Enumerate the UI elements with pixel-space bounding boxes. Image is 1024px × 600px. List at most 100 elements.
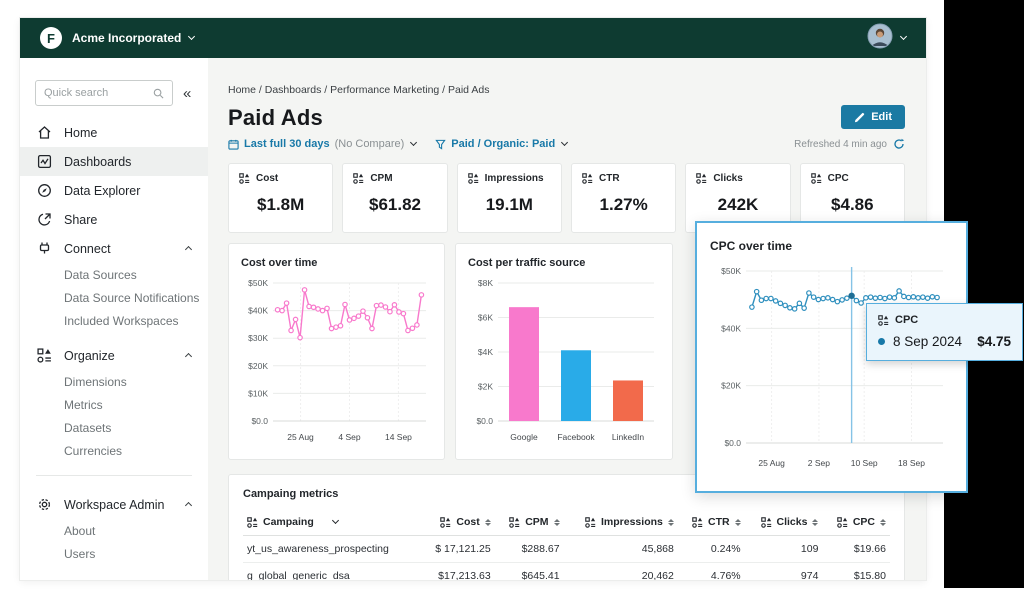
svg-text:LinkedIn: LinkedIn bbox=[612, 432, 644, 442]
sidebar-item-data-sources[interactable]: Data Sources bbox=[20, 263, 208, 286]
svg-text:25 Aug: 25 Aug bbox=[758, 458, 785, 468]
sidebar-item-dimensions[interactable]: Dimensions bbox=[20, 370, 208, 393]
date-range-filter[interactable]: Last full 30 days bbox=[244, 138, 330, 150]
search-icon bbox=[153, 88, 164, 99]
svg-text:18 Sep: 18 Sep bbox=[898, 458, 925, 468]
sidebar-divider bbox=[36, 475, 192, 476]
svg-text:$10K: $10K bbox=[248, 388, 268, 398]
cost-per-traffic-source-chart[interactable]: $8K$6K$4K$2K$0.0GoogleFacebookLinkedIn bbox=[468, 275, 662, 447]
segment-filter[interactable]: Paid / Organic: Paid bbox=[451, 138, 555, 150]
metric-icon bbox=[811, 173, 822, 184]
kpi-card-impressions[interactable]: Impressions 19.1M bbox=[457, 163, 562, 233]
sidebar-item-dashboards[interactable]: Dashboards bbox=[20, 147, 208, 176]
metric-icon bbox=[468, 173, 479, 184]
kpi-card-ctr[interactable]: CTR 1.27% bbox=[571, 163, 676, 233]
sidebar-item-users[interactable]: Users bbox=[20, 542, 208, 565]
column-header-cpm[interactable]: CPM bbox=[495, 509, 564, 536]
sort-icon[interactable] bbox=[735, 519, 741, 526]
sort-icon[interactable] bbox=[812, 519, 818, 526]
sidebar-item-datasets[interactable]: Datasets bbox=[20, 416, 208, 439]
user-avatar[interactable] bbox=[867, 23, 893, 54]
metric-icon bbox=[692, 517, 703, 528]
metric-icon bbox=[878, 315, 889, 326]
svg-text:$6K: $6K bbox=[478, 313, 493, 323]
edit-button[interactable]: Edit bbox=[841, 105, 905, 129]
kpi-card-cpm[interactable]: CPM $61.82 bbox=[342, 163, 447, 233]
metric-icon bbox=[353, 173, 364, 184]
metric-icon bbox=[509, 517, 520, 528]
sort-icon[interactable] bbox=[668, 519, 674, 526]
chart-tooltip: CPC 8 Sep 2024 $4.75 bbox=[866, 303, 1023, 361]
kpi-value: $4.86 bbox=[811, 195, 894, 215]
column-header-cpc[interactable]: CPC bbox=[822, 509, 890, 536]
sidebar-item-workspace-admin[interactable]: Workspace Admin bbox=[20, 490, 208, 519]
chevron-up-icon bbox=[185, 502, 192, 509]
svg-text:Facebook: Facebook bbox=[557, 432, 595, 442]
table-cell: 45,868 bbox=[564, 536, 678, 563]
cpc-over-time-chart[interactable]: $50K$40K$20K$0.025 Aug2 Sep10 Sep18 Sep bbox=[710, 261, 953, 473]
svg-text:$8K: $8K bbox=[478, 278, 493, 288]
table-cell: $288.67 bbox=[495, 536, 564, 563]
screen: F Acme Incorporated Quick search « bbox=[0, 0, 1024, 600]
sidebar-item-metrics[interactable]: Metrics bbox=[20, 393, 208, 416]
table-cell: 4.76% bbox=[678, 563, 745, 581]
kpi-label: CPM bbox=[370, 173, 392, 184]
search-placeholder: Quick search bbox=[44, 87, 108, 99]
column-header-cost[interactable]: Cost bbox=[420, 509, 495, 536]
table-row: g_global_generic_dsa$17,213.63$645.4120,… bbox=[243, 563, 890, 581]
sidebar-item-included-workspaces[interactable]: Included Workspaces bbox=[20, 309, 208, 332]
svg-text:$2K: $2K bbox=[478, 382, 493, 392]
sidebar-item-data-source-notifications[interactable]: Data Source Notifications bbox=[20, 286, 208, 309]
cost-over-time-chart[interactable]: $50K$40K$30K$20K$10K$0.025 Aug4 Sep14 Se… bbox=[241, 275, 434, 447]
metric-icon bbox=[247, 517, 258, 528]
sidebar: Quick search « Home Dashboards bbox=[20, 58, 208, 580]
column-header-impressions[interactable]: Impressions bbox=[564, 509, 678, 536]
kpi-label: Impressions bbox=[485, 173, 544, 184]
sidebar-item-currencies[interactable]: Currencies bbox=[20, 439, 208, 462]
chevron-up-icon bbox=[185, 246, 192, 253]
sidebar-item-organize[interactable]: Organize bbox=[20, 341, 208, 370]
sidebar-item-label: Organize bbox=[64, 349, 115, 363]
svg-text:$40K: $40K bbox=[721, 323, 741, 333]
sidebar-item-home[interactable]: Home bbox=[20, 118, 208, 147]
table-row: yt_us_awareness_prospecting$ 17,121.25$2… bbox=[243, 536, 890, 563]
kpi-card-cost[interactable]: Cost $1.8M bbox=[228, 163, 333, 233]
metric-icon bbox=[440, 517, 451, 528]
table-cell: $ 17,121.25 bbox=[420, 536, 495, 563]
home-icon bbox=[37, 125, 52, 140]
sidebar-item-connect[interactable]: Connect bbox=[20, 234, 208, 263]
sort-icon[interactable] bbox=[554, 519, 560, 526]
chevron-down-icon[interactable] bbox=[410, 138, 417, 145]
chevron-down-icon[interactable] bbox=[188, 32, 195, 39]
chevron-down-icon[interactable] bbox=[332, 516, 339, 523]
metric-icon bbox=[761, 517, 772, 528]
column-header-clicks[interactable]: Clicks bbox=[745, 509, 823, 536]
share-icon bbox=[37, 212, 52, 227]
chevron-down-icon[interactable] bbox=[561, 138, 568, 145]
sort-icon[interactable] bbox=[880, 519, 886, 526]
search-input[interactable]: Quick search bbox=[35, 80, 173, 106]
table-cell: $19.66 bbox=[822, 536, 890, 563]
compare-mode-label: (No Compare) bbox=[335, 138, 405, 150]
sidebar-item-about[interactable]: About bbox=[20, 519, 208, 542]
sort-icon[interactable] bbox=[485, 519, 491, 526]
sidebar-item-label: Dashboards bbox=[64, 155, 131, 169]
metric-icon bbox=[696, 173, 707, 184]
sidebar-item-label: Share bbox=[64, 213, 97, 227]
column-header-campaing[interactable]: Campaing bbox=[243, 509, 420, 536]
column-header-ctr[interactable]: CTR bbox=[678, 509, 745, 536]
user-menu-chevron-icon[interactable] bbox=[900, 32, 907, 39]
collapse-sidebar-icon[interactable]: « bbox=[183, 85, 189, 102]
company-switcher[interactable]: Acme Incorporated bbox=[72, 31, 181, 45]
breadcrumb[interactable]: Home / Dashboards / Performance Marketin… bbox=[228, 84, 905, 96]
svg-text:10 Sep: 10 Sep bbox=[851, 458, 878, 468]
sidebar-item-share[interactable]: Share bbox=[20, 205, 208, 234]
refresh-icon[interactable] bbox=[893, 138, 905, 150]
table-cell: 109 bbox=[745, 536, 823, 563]
chevron-up-icon bbox=[185, 353, 192, 360]
kpi-label: CPC bbox=[828, 173, 849, 184]
sidebar-item-data-explorer[interactable]: Data Explorer bbox=[20, 176, 208, 205]
sidebar-nav: Home Dashboards Data Explorer Share bbox=[20, 118, 208, 565]
table-cell: yt_us_awareness_prospecting bbox=[243, 536, 420, 563]
metric-icon bbox=[585, 517, 596, 528]
